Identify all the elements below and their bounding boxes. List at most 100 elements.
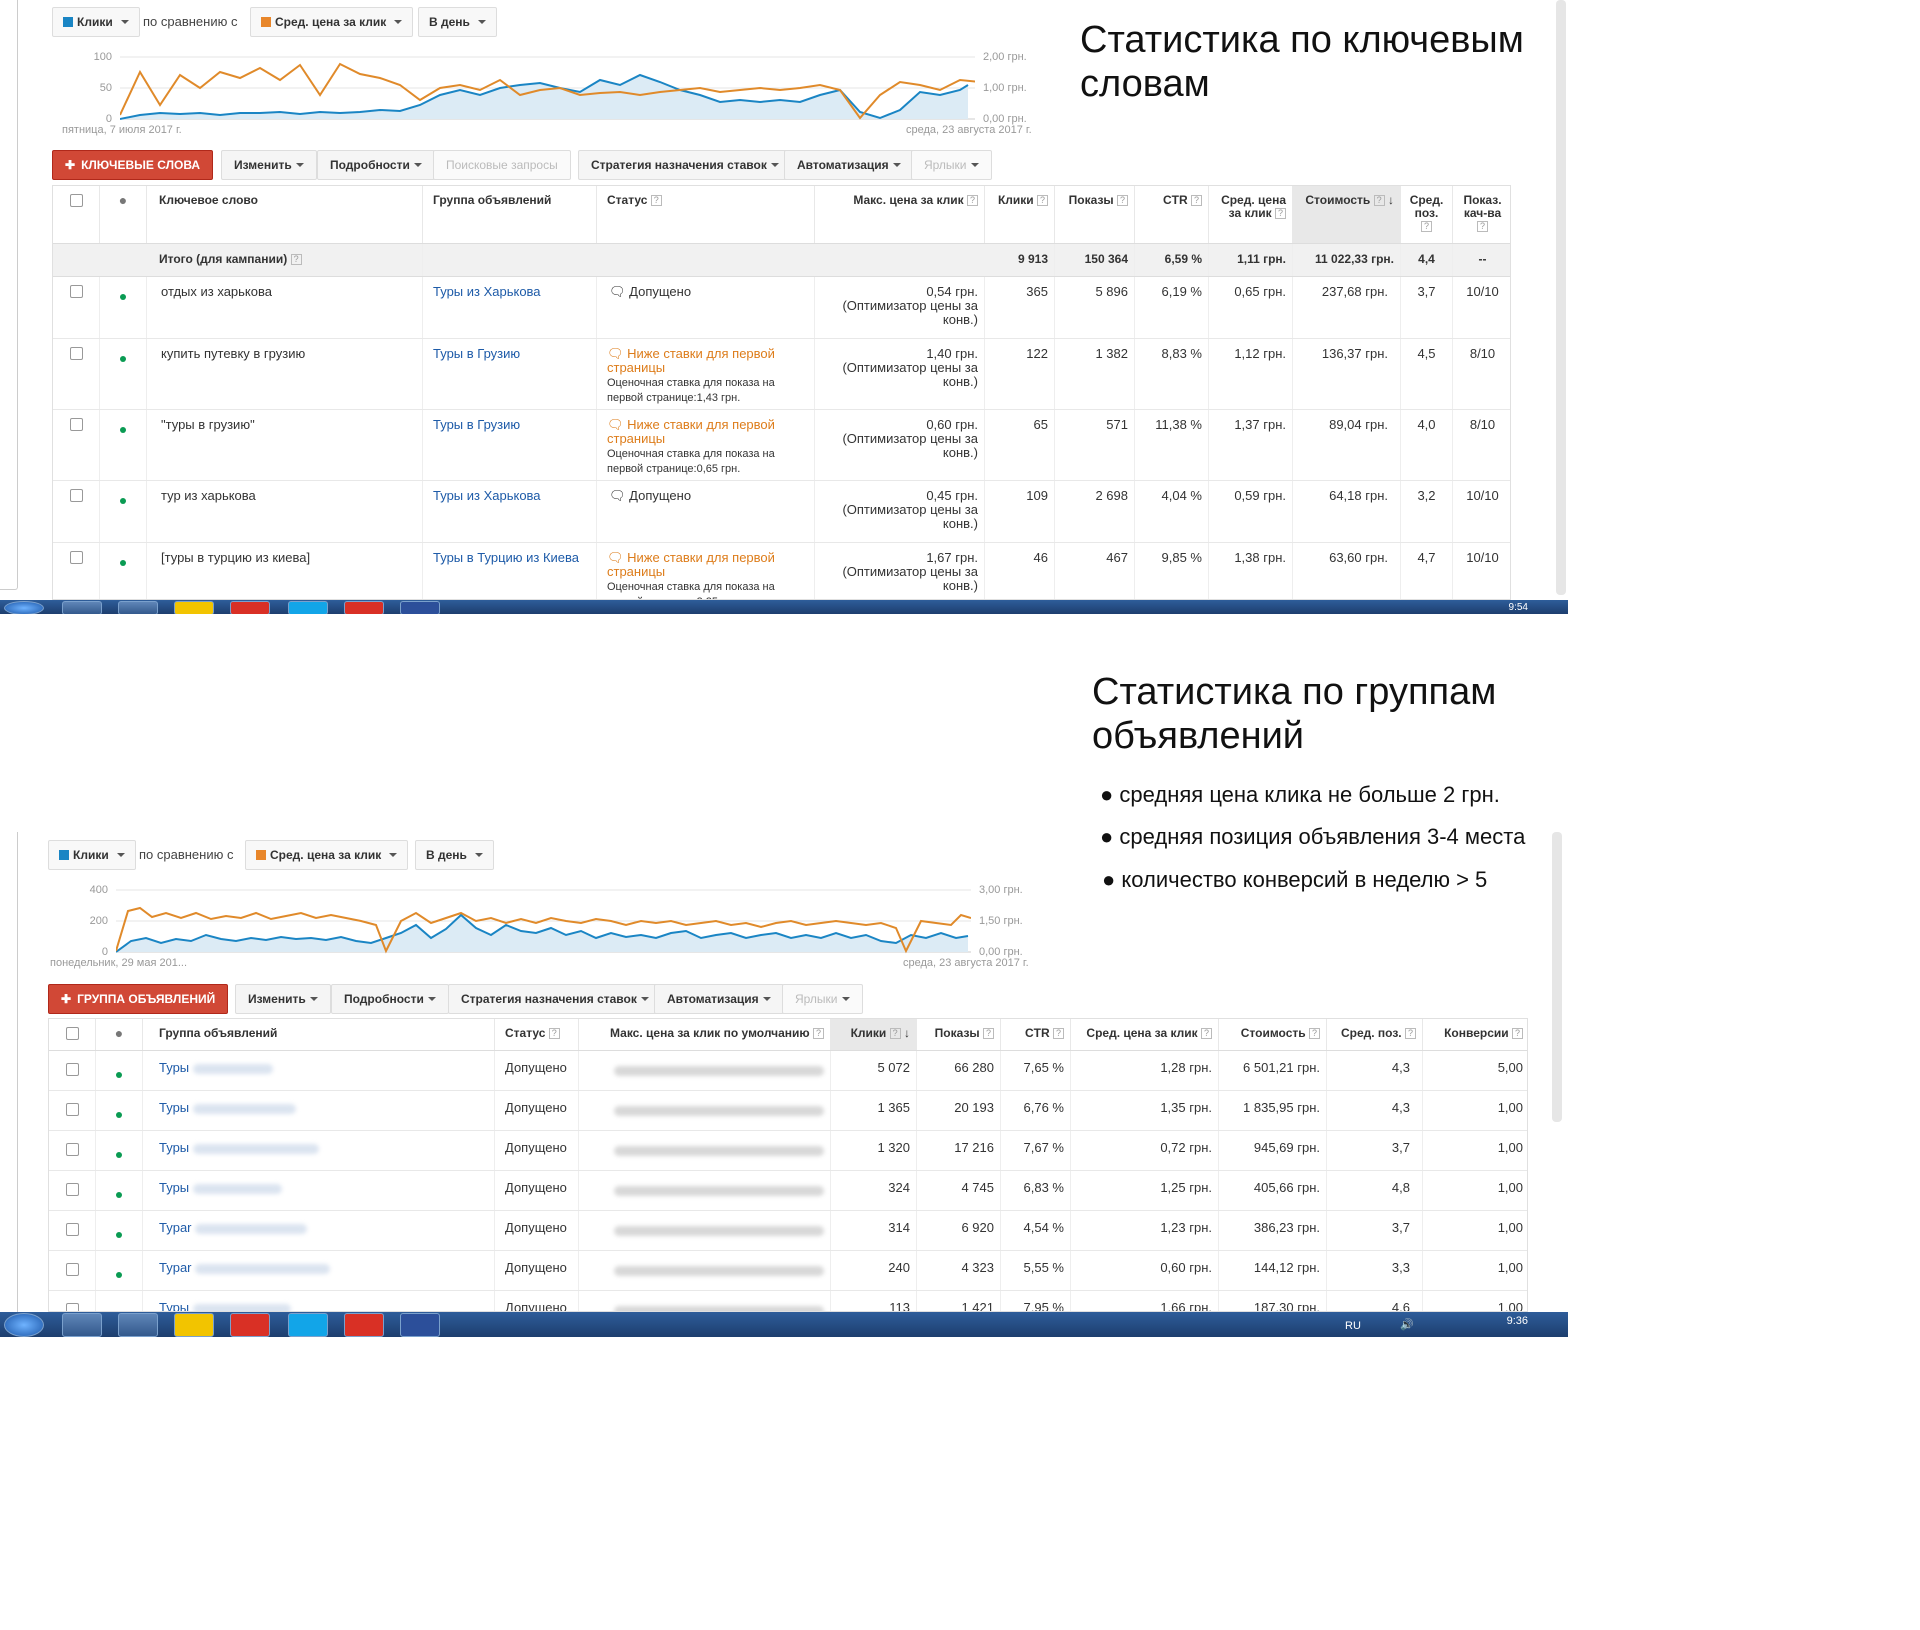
table-row[interactable]: Туры Допущено 113 1 421 7,95 % 1,66 грн. 187,… xyxy=(49,1291,1527,1311)
skype-icon[interactable] xyxy=(288,601,328,614)
edit-button[interactable]: Изменить xyxy=(221,150,317,180)
col-impressions[interactable]: Показы ? xyxy=(917,1019,1001,1050)
help-icon[interactable]: ? xyxy=(983,1028,994,1040)
col-keyword[interactable]: Ключевое слово xyxy=(147,186,423,243)
help-icon[interactable]: ? xyxy=(889,1028,901,1040)
table-row[interactable]: Туры Допущено 5 072 66 280 7,65 % 1,28 грн. 6… xyxy=(49,1051,1527,1091)
scrollbar[interactable] xyxy=(1552,832,1562,1122)
bid-strategy-button[interactable]: Стратегия назначения ставок xyxy=(578,150,792,180)
details-button[interactable]: Подробности xyxy=(317,150,435,180)
adgroup-link[interactable]: Typar xyxy=(143,1251,495,1290)
enabled-dot-icon[interactable] xyxy=(120,427,126,433)
labels-button[interactable]: Ярлыки xyxy=(782,984,863,1014)
col-ctr[interactable]: CTR ? xyxy=(1001,1019,1071,1050)
col-avgcpc[interactable]: Сред. цена за клик ? xyxy=(1209,186,1293,243)
adgroup-link[interactable]: Туры из Харькова xyxy=(423,481,597,542)
enabled-dot-icon[interactable] xyxy=(120,560,126,566)
automation-button[interactable]: Автоматизация xyxy=(654,984,784,1014)
help-icon[interactable]: ? xyxy=(1117,195,1128,207)
metric1-select[interactable]: Клики xyxy=(48,840,136,870)
skype-icon[interactable] xyxy=(288,1313,328,1337)
row-checkbox[interactable] xyxy=(65,1263,79,1276)
enabled-dot-icon[interactable] xyxy=(116,1272,122,1278)
enabled-dot-icon[interactable] xyxy=(116,1072,122,1078)
adgroup-link[interactable]: Туры в Грузию xyxy=(423,410,597,480)
col-clicks[interactable]: Клики ? xyxy=(985,186,1055,243)
app-icon[interactable] xyxy=(174,601,214,614)
media-icon[interactable] xyxy=(118,1313,158,1337)
col-cost[interactable]: Стоимость ? ↓ xyxy=(1293,186,1401,243)
comment-icon[interactable]: 🗨 xyxy=(607,346,624,361)
search-terms-button[interactable]: Поисковые запросы xyxy=(433,150,571,180)
help-icon[interactable]: ? xyxy=(1053,1028,1064,1040)
enabled-dot-icon[interactable] xyxy=(120,498,126,504)
adgroup-link[interactable]: Туры xyxy=(143,1131,495,1170)
table-row[interactable]: "туры в грузию" Туры в Грузию 🗨 Ниже ста… xyxy=(53,410,1510,481)
period-select[interactable]: В день xyxy=(415,840,494,870)
col-avgcpc[interactable]: Сред. цена за клик ? xyxy=(1071,1019,1219,1050)
adgroup-link[interactable]: Typar xyxy=(143,1211,495,1250)
maxcpc-cell[interactable] xyxy=(579,1131,831,1170)
adgroup-link[interactable]: Туры xyxy=(143,1051,495,1090)
labels-button[interactable]: Ярлыки xyxy=(911,150,992,180)
help-icon[interactable]: ? xyxy=(1275,208,1286,220)
col-avgpos[interactable]: Сред. поз. ? xyxy=(1327,1019,1423,1050)
help-icon[interactable]: ? xyxy=(1421,221,1432,233)
col-maxcpc[interactable]: Макс. цена за клик по умолчанию ? xyxy=(579,1019,831,1050)
details-button[interactable]: Подробности xyxy=(331,984,449,1014)
adgroup-link[interactable]: Туры xyxy=(143,1171,495,1210)
col-ctr[interactable]: CTR ? xyxy=(1135,186,1209,243)
language-indicator[interactable]: RU xyxy=(1345,1320,1361,1332)
enabled-dot-icon[interactable] xyxy=(120,356,126,362)
help-icon[interactable]: ? xyxy=(813,1028,824,1040)
metric1-select[interactable]: Клики xyxy=(52,7,140,37)
start-button[interactable] xyxy=(4,1313,44,1337)
maxcpc-cell[interactable] xyxy=(579,1091,831,1130)
maxcpc-cell[interactable] xyxy=(579,1291,831,1311)
table-row[interactable]: тур из харькова Туры из Харькова 🗨 Допущ… xyxy=(53,481,1510,543)
help-icon[interactable]: ? xyxy=(1512,1028,1523,1040)
help-icon[interactable]: ? xyxy=(1191,195,1202,207)
help-icon[interactable]: ? xyxy=(1405,1028,1416,1040)
comment-icon[interactable]: 🗨 xyxy=(609,284,626,299)
col-impressions[interactable]: Показы ? xyxy=(1055,186,1135,243)
col-status[interactable]: Статус ? xyxy=(597,186,815,243)
select-all-checkbox[interactable] xyxy=(65,1027,79,1040)
col-quality[interactable]: Показ. кач-ва? xyxy=(1453,186,1510,243)
row-checkbox[interactable] xyxy=(65,1103,79,1116)
chrome-icon[interactable] xyxy=(344,1313,384,1337)
add-adgroup-button[interactable]: ✚ ГРУППА ОБЪЯВЛЕНИЙ xyxy=(48,984,229,1014)
help-icon[interactable]: ? xyxy=(967,195,978,207)
maxcpc-cell[interactable]: 0,60 грн. (Оптимизатор цены за конв.) xyxy=(815,410,985,480)
maxcpc-cell[interactable]: 0,54 грн. (Оптимизатор цены за конв.) xyxy=(815,277,985,338)
maxcpc-cell[interactable] xyxy=(579,1051,831,1090)
row-checkbox[interactable] xyxy=(69,347,83,360)
help-icon[interactable]: ? xyxy=(650,195,662,207)
automation-button[interactable]: Автоматизация xyxy=(784,150,914,180)
row-checkbox[interactable] xyxy=(65,1303,79,1311)
row-checkbox[interactable] xyxy=(65,1143,79,1156)
comment-icon[interactable]: 🗨 xyxy=(607,550,624,565)
row-checkbox[interactable] xyxy=(65,1063,79,1076)
comment-icon[interactable]: 🗨 xyxy=(609,488,626,503)
enabled-dot-icon[interactable] xyxy=(116,1232,122,1238)
save-icon[interactable] xyxy=(400,1313,440,1337)
col-status[interactable]: Статус ? xyxy=(495,1019,579,1050)
folder-icon[interactable] xyxy=(62,601,102,614)
add-keywords-button[interactable]: ✚ КЛЮЧЕВЫЕ СЛОВА xyxy=(52,150,214,180)
row-checkbox[interactable] xyxy=(69,489,83,502)
chrome-icon[interactable] xyxy=(344,601,384,614)
save-icon[interactable] xyxy=(400,601,440,614)
folder-icon[interactable] xyxy=(62,1313,102,1337)
maxcpc-cell[interactable]: 1,40 грн. (Оптимизатор цены за конв.) xyxy=(815,339,985,409)
enabled-dot-icon[interactable] xyxy=(120,294,126,300)
col-maxcpc[interactable]: Макс. цена за клик ? xyxy=(815,186,985,243)
volume-icon[interactable]: 🔊 xyxy=(1400,1318,1414,1331)
help-icon[interactable]: ? xyxy=(1373,195,1385,207)
table-row[interactable]: [туры в турцию из киева] Туры в Турцию и… xyxy=(53,543,1510,599)
col-clicks[interactable]: Клики ? ↓ xyxy=(831,1019,917,1050)
maxcpc-cell[interactable] xyxy=(579,1171,831,1210)
col-cost[interactable]: Стоимость ? xyxy=(1219,1019,1327,1050)
enabled-dot-icon[interactable] xyxy=(116,1192,122,1198)
help-icon[interactable]: ? xyxy=(1477,221,1488,233)
